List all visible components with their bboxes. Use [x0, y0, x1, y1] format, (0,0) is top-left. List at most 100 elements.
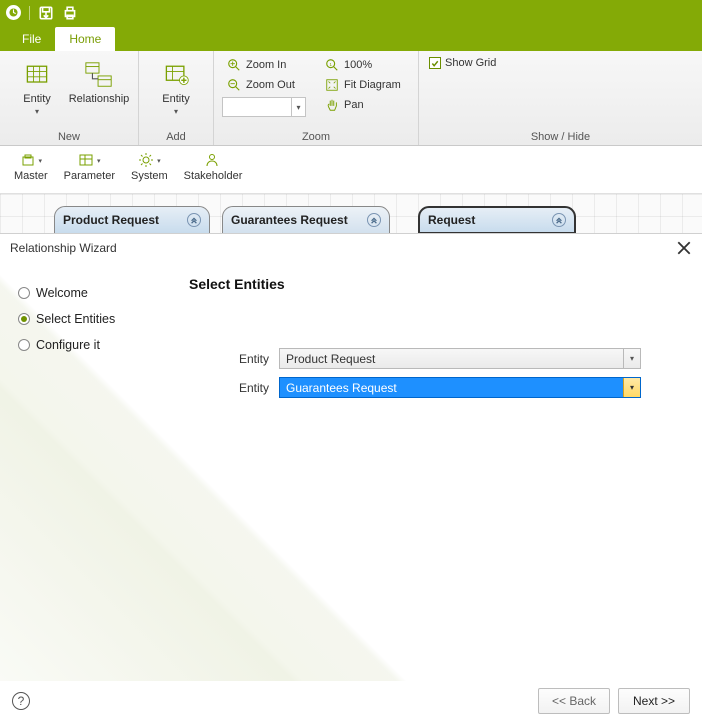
ribbon: Entity ▾ Relationship New Entity ▾ Add: [0, 51, 702, 146]
show-grid-checkbox[interactable]: Show Grid: [427, 55, 694, 71]
parameter-icon: [78, 152, 96, 170]
stakeholder-icon: [204, 152, 222, 170]
zoom-percent-row: ▾: [222, 95, 312, 119]
zoom-percent-input[interactable]: [222, 97, 292, 117]
zoom-out-label: Zoom Out: [246, 79, 295, 91]
step-configure-label: Configure it: [36, 338, 100, 352]
zoom-in-button[interactable]: Zoom In: [222, 55, 312, 75]
toolbar-secondary: ▾ Master ▾ Parameter ▾ System Stakeholde…: [0, 146, 702, 194]
title-separator: [29, 6, 30, 20]
canvas-entity[interactable]: Product Request: [54, 206, 210, 234]
wizard-footer: ? << Back Next >>: [0, 681, 702, 720]
canvas-entity-label: Request: [428, 213, 475, 227]
canvas-entity-label: Guarantees Request: [231, 213, 348, 227]
ribbon-tabs: File Home: [0, 25, 702, 51]
entity-add-icon: [160, 59, 192, 91]
help-button[interactable]: ?: [12, 692, 30, 710]
stakeholder-button[interactable]: Stakeholder: [178, 150, 249, 189]
collapse-icon[interactable]: [367, 213, 381, 227]
zoom-percent-dropdown[interactable]: ▾: [292, 97, 306, 117]
zoom-100-button[interactable]: 1 100%: [320, 55, 410, 75]
entity1-label: Entity: [189, 352, 269, 366]
pan-label: Pan: [344, 99, 364, 111]
master-label: Master: [14, 170, 48, 182]
fit-diagram-label: Fit Diagram: [344, 79, 401, 91]
system-label: System: [131, 170, 168, 182]
entity1-dropdown[interactable]: Product Request ▾: [279, 348, 641, 369]
svg-text:1: 1: [329, 62, 332, 67]
checkbox-checked-icon: [429, 57, 441, 69]
new-relationship-button[interactable]: Relationship: [68, 55, 130, 120]
chevron-down-icon: ▾: [623, 349, 640, 368]
stakeholder-label: Stakeholder: [184, 170, 243, 182]
tab-file[interactable]: File: [8, 27, 55, 51]
relationship-wizard: Relationship Wizard Welcome Select Entit…: [0, 233, 702, 720]
next-button[interactable]: Next >>: [618, 688, 690, 714]
step-select-entities[interactable]: Select Entities: [18, 312, 173, 326]
step-welcome[interactable]: Welcome: [18, 286, 173, 300]
print-icon[interactable]: [62, 5, 78, 21]
step-configure[interactable]: Configure it: [18, 338, 173, 352]
chevron-down-icon: ▾: [174, 107, 178, 116]
save-icon[interactable]: [38, 5, 54, 21]
back-button[interactable]: << Back: [538, 688, 610, 714]
diagram-canvas[interactable]: Product Request Guarantees Request Request: [0, 194, 702, 234]
radio-checked-icon: [18, 313, 30, 325]
entity-icon: [21, 59, 53, 91]
chevron-down-icon: ▾: [623, 378, 640, 397]
master-button[interactable]: ▾ Master: [8, 150, 54, 189]
ribbon-group-new: Entity ▾ Relationship New: [0, 51, 139, 145]
zoom-in-icon: [226, 57, 242, 73]
pan-button[interactable]: Pan: [320, 95, 410, 115]
close-icon[interactable]: [676, 240, 692, 256]
entity2-value: Guarantees Request: [286, 381, 397, 395]
system-button[interactable]: ▾ System: [125, 150, 174, 189]
app-icon: [6, 5, 21, 20]
pan-icon: [324, 97, 340, 113]
master-icon: [20, 152, 38, 170]
new-entity-button[interactable]: Entity ▾: [8, 55, 66, 120]
entity2-label: Entity: [189, 381, 269, 395]
show-grid-label: Show Grid: [445, 57, 496, 69]
zoom-100-label: 100%: [344, 59, 372, 71]
ribbon-group-add: Entity ▾ Add: [139, 51, 214, 145]
chevron-down-icon: ▾: [39, 157, 43, 165]
ribbon-group-zoom-label: Zoom: [222, 129, 410, 143]
titlebar: [0, 0, 702, 25]
wizard-heading: Select Entities: [189, 276, 678, 292]
ribbon-group-zoom: Zoom In Zoom Out ▾ 1 100%: [214, 51, 419, 145]
radio-unchecked-icon: [18, 339, 30, 351]
step-select-entities-label: Select Entities: [36, 312, 115, 326]
wizard-main: Select Entities Entity Product Request ▾…: [185, 266, 702, 681]
ribbon-group-showhide-label: Show / Hide: [427, 129, 694, 143]
chevron-down-icon: ▾: [35, 107, 39, 116]
parameter-button[interactable]: ▾ Parameter: [58, 150, 121, 189]
add-entity-button[interactable]: Entity ▾: [147, 55, 205, 120]
ribbon-group-add-label: Add: [147, 129, 205, 143]
canvas-entity-label: Product Request: [63, 213, 159, 227]
relationship-icon: [83, 59, 115, 91]
tab-home[interactable]: Home: [55, 27, 115, 51]
entity2-dropdown[interactable]: Guarantees Request ▾: [279, 377, 641, 398]
wizard-header: Relationship Wizard: [0, 234, 702, 266]
parameter-label: Parameter: [64, 170, 115, 182]
ribbon-group-new-label: New: [8, 129, 130, 143]
ribbon-group-showhide: Show Grid Show / Hide: [419, 51, 702, 145]
new-relationship-label: Relationship: [69, 93, 130, 105]
add-entity-label: Entity: [162, 93, 190, 105]
chevron-down-icon: ▾: [157, 157, 161, 165]
zoom-out-button[interactable]: Zoom Out: [222, 75, 312, 95]
step-welcome-label: Welcome: [36, 286, 88, 300]
canvas-entity[interactable]: Request: [418, 206, 576, 234]
fit-diagram-button[interactable]: Fit Diagram: [320, 75, 410, 95]
canvas-entity[interactable]: Guarantees Request: [222, 206, 390, 234]
radio-unchecked-icon: [18, 287, 30, 299]
system-icon: [138, 152, 156, 170]
wizard-title: Relationship Wizard: [10, 241, 117, 255]
zoom-out-icon: [226, 77, 242, 93]
zoom-in-label: Zoom In: [246, 59, 286, 71]
entity1-value: Product Request: [286, 352, 375, 366]
collapse-icon[interactable]: [552, 213, 566, 227]
zoom-100-icon: 1: [324, 57, 340, 73]
collapse-icon[interactable]: [187, 213, 201, 227]
